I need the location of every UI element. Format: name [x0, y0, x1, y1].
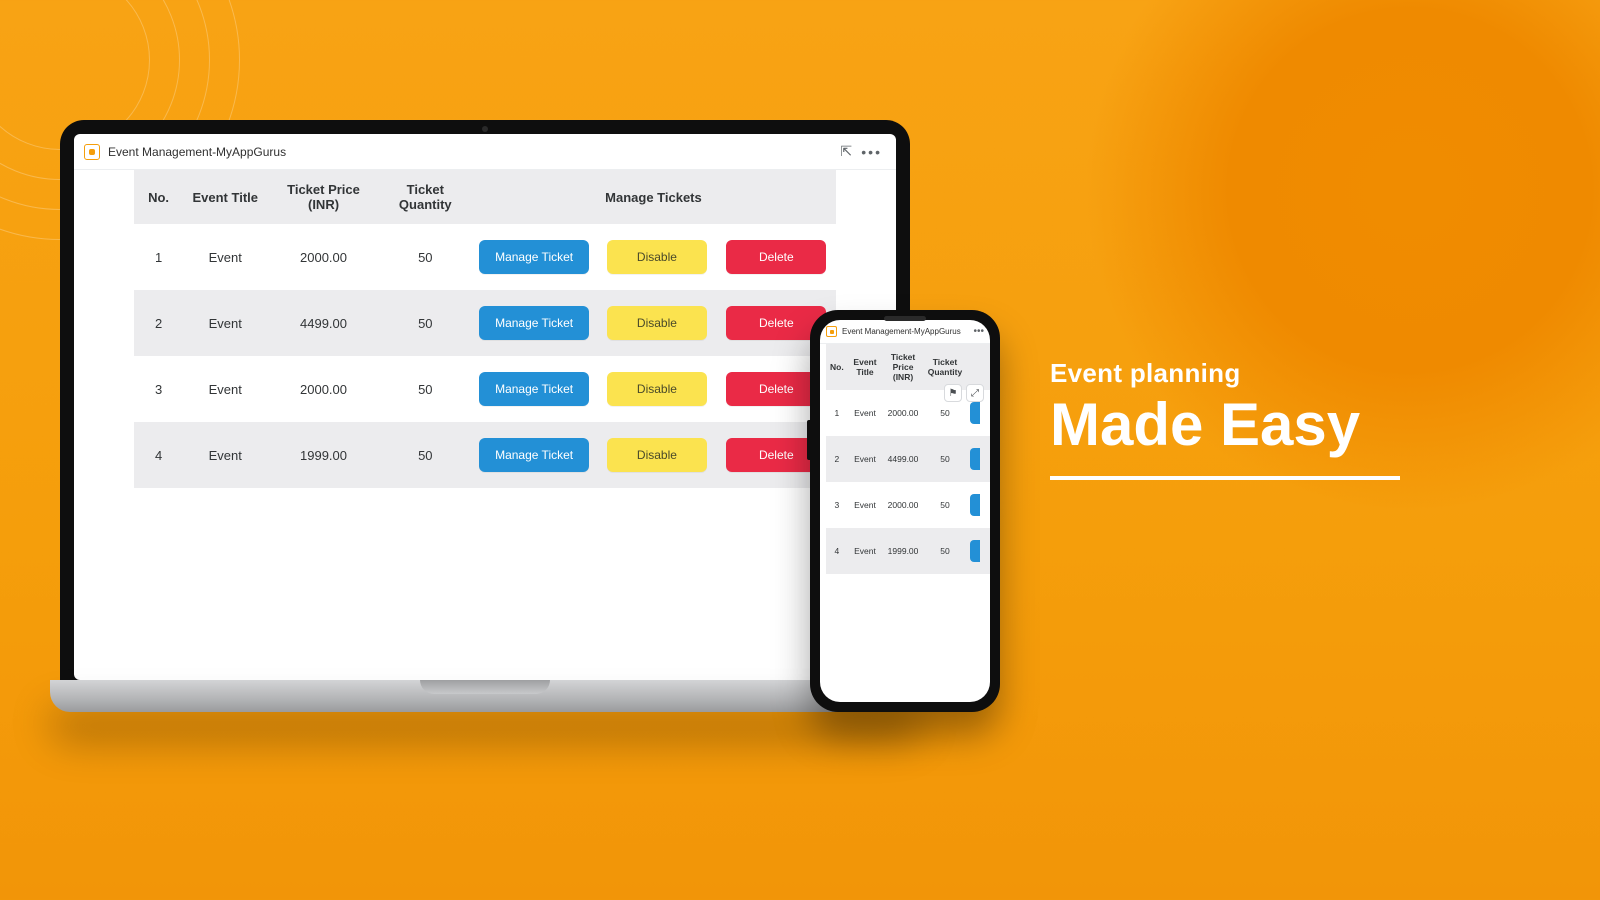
- cell-title: Event: [848, 390, 883, 436]
- disable-button[interactable]: Disable: [607, 438, 707, 472]
- events-table-area: No. Event Title Ticket Price (INR) Ticke…: [74, 170, 896, 680]
- phone-body: Event Management-MyAppGurus ••• ⚑ ⤢ No. …: [810, 310, 1000, 712]
- col-no: No.: [826, 344, 848, 390]
- manage-ticket-button[interactable]: [970, 402, 980, 424]
- manage-ticket-button[interactable]: Manage Ticket: [479, 438, 589, 472]
- cell-no: 2: [826, 436, 848, 482]
- cell-qty: 50: [924, 482, 966, 528]
- cell-price: 2000.00: [882, 390, 923, 436]
- more-icon[interactable]: •••: [857, 144, 886, 160]
- cell-no: 3: [134, 356, 183, 422]
- phone-floating-actions: ⚑ ⤢: [944, 384, 984, 402]
- col-price: Ticket Price (INR): [267, 170, 379, 224]
- cell-qty: 50: [924, 528, 966, 574]
- disable-button[interactable]: Disable: [607, 240, 707, 274]
- table-row: 3 Event 2000.00 50 Manage Ticket Disable…: [134, 356, 836, 422]
- phone-app-header: Event Management-MyAppGurus •••: [820, 320, 990, 344]
- table-row: 4 Event 1999.00 50 Manage Ticket Disable…: [134, 422, 836, 488]
- app-title: Event Management-MyAppGurus: [108, 145, 835, 159]
- cell-qty: 50: [380, 224, 471, 290]
- cell-price: 4499.00: [882, 436, 923, 482]
- flag-icon[interactable]: ⚑: [944, 384, 962, 402]
- more-icon[interactable]: •••: [973, 326, 984, 337]
- manage-ticket-button[interactable]: [970, 540, 980, 562]
- cell-no: 1: [134, 224, 183, 290]
- cell-title: Event: [848, 482, 883, 528]
- app-header: Event Management-MyAppGurus ⇱ •••: [74, 134, 896, 170]
- phone-display: Event Management-MyAppGurus ••• ⚑ ⤢ No. …: [820, 320, 990, 702]
- disable-button[interactable]: Disable: [607, 372, 707, 406]
- cell-price: 4499.00: [267, 290, 379, 356]
- cell-price: 1999.00: [882, 528, 923, 574]
- phone-table-area: ⚑ ⤢ No. Event Title Ticket Price (INR) T…: [820, 344, 990, 702]
- headline-big: Made Easy: [1050, 393, 1400, 470]
- cell-title: Event: [183, 224, 267, 290]
- col-manage: Manage Tickets: [471, 170, 836, 224]
- events-table: No. Event Title Ticket Price (INR) Ticke…: [134, 170, 836, 488]
- cell-price: 1999.00: [267, 422, 379, 488]
- manage-ticket-button[interactable]: [970, 494, 980, 516]
- cell-title: Event: [183, 356, 267, 422]
- headline-small: Event planning: [1050, 358, 1400, 389]
- cell-no: 1: [826, 390, 848, 436]
- cell-qty: 50: [380, 422, 471, 488]
- cell-no: 3: [826, 482, 848, 528]
- laptop-notch: [420, 680, 550, 694]
- laptop-mockup: Event Management-MyAppGurus ⇱ ••• No. Ev…: [50, 120, 920, 712]
- cell-title: Event: [848, 528, 883, 574]
- laptop-bezel: Event Management-MyAppGurus ⇱ ••• No. Ev…: [60, 120, 910, 680]
- table-row: 2 Event 4499.00 50: [826, 436, 990, 482]
- expand-icon[interactable]: ⤢: [966, 384, 984, 402]
- phone-speaker: [884, 316, 926, 321]
- laptop-base: [50, 680, 920, 712]
- table-row: 1 Event 2000.00 50 Manage Ticket Disable…: [134, 224, 836, 290]
- col-title: Event Title: [848, 344, 883, 390]
- app-logo-icon: [84, 144, 100, 160]
- phone-mockup: Event Management-MyAppGurus ••• ⚑ ⤢ No. …: [810, 310, 1000, 712]
- col-title: Event Title: [183, 170, 267, 224]
- manage-ticket-button[interactable]: [970, 448, 980, 470]
- table-header-row: No. Event Title Ticket Price (INR) Ticke…: [134, 170, 836, 224]
- app-logo-icon: [826, 326, 837, 337]
- col-price: Ticket Price (INR): [882, 344, 923, 390]
- phone-side-button: [807, 420, 810, 460]
- laptop-display: Event Management-MyAppGurus ⇱ ••• No. Ev…: [74, 134, 896, 680]
- cell-no: 2: [134, 290, 183, 356]
- cell-qty: 50: [380, 356, 471, 422]
- headline-underline: [1050, 476, 1400, 480]
- laptop-camera: [60, 126, 910, 132]
- cell-qty: 50: [924, 436, 966, 482]
- col-no: No.: [134, 170, 183, 224]
- cell-title: Event: [848, 436, 883, 482]
- cell-price: 2000.00: [882, 482, 923, 528]
- manage-ticket-button[interactable]: Manage Ticket: [479, 306, 589, 340]
- table-row: 4 Event 1999.00 50: [826, 528, 990, 574]
- cell-price: 2000.00: [267, 356, 379, 422]
- manage-ticket-button[interactable]: Manage Ticket: [479, 240, 589, 274]
- pin-icon[interactable]: ⇱: [835, 143, 857, 160]
- cell-no: 4: [134, 422, 183, 488]
- table-row: 3 Event 2000.00 50: [826, 482, 990, 528]
- table-row: 2 Event 4499.00 50 Manage Ticket Disable…: [134, 290, 836, 356]
- app-title: Event Management-MyAppGurus: [842, 327, 973, 336]
- disable-button[interactable]: Disable: [607, 306, 707, 340]
- manage-ticket-button[interactable]: Manage Ticket: [479, 372, 589, 406]
- cell-title: Event: [183, 290, 267, 356]
- delete-button[interactable]: Delete: [726, 240, 826, 274]
- decorative-blob: [960, 0, 1600, 640]
- col-qty: Ticket Quantity: [380, 170, 471, 224]
- cell-title: Event: [183, 422, 267, 488]
- marketing-headline: Event planning Made Easy: [1050, 358, 1400, 480]
- cell-qty: 50: [380, 290, 471, 356]
- cell-no: 4: [826, 528, 848, 574]
- cell-price: 2000.00: [267, 224, 379, 290]
- phone-events-table: No. Event Title Ticket Price (INR) Ticke…: [826, 344, 990, 574]
